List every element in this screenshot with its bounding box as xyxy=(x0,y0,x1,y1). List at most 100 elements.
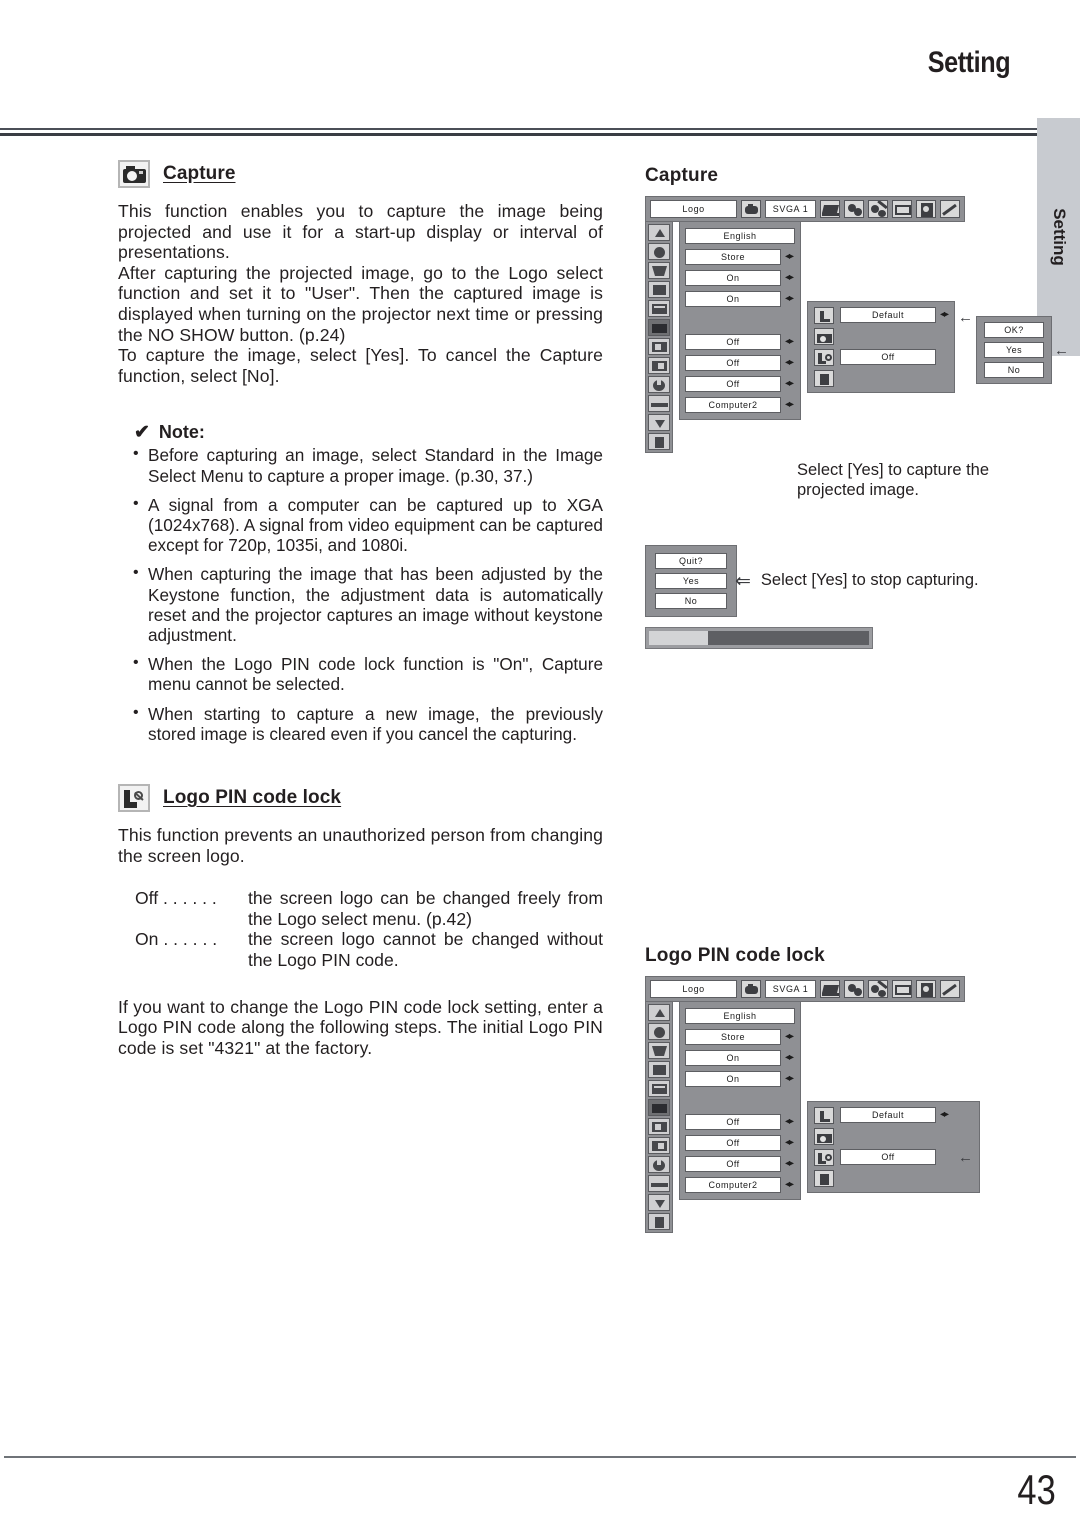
rail-ceiling-icon[interactable] xyxy=(648,1118,670,1135)
screen-menu-icon[interactable] xyxy=(892,980,912,998)
osd-sub-value-off[interactable]: Off xyxy=(840,349,936,365)
rail-blue-back-icon[interactable] xyxy=(648,281,670,298)
logo-menu-icon[interactable] xyxy=(741,200,762,218)
left-right-arrows-icon[interactable]: ◂▸ xyxy=(785,294,794,304)
rail-quit-icon[interactable] xyxy=(648,433,670,450)
osd-body: English Store ◂▸ On ◂▸ On ◂▸ Off ◂▸ Off … xyxy=(645,1001,1035,1233)
osd-value-blueback[interactable]: On xyxy=(685,1071,781,1087)
rail-down-arrow-icon[interactable] xyxy=(648,414,670,431)
osd-value-ceiling[interactable]: Off xyxy=(685,334,781,350)
left-right-arrows-icon[interactable]: ◂▸ xyxy=(785,1159,794,1169)
dialog-yes-button[interactable]: Yes xyxy=(984,342,1045,358)
rail-up-arrow-icon[interactable] xyxy=(648,224,670,241)
capture-osd: Logo SVGA 1 English Store ◂▸ On ◂▸ On ◂▸… xyxy=(645,196,1069,453)
osd-value-ceiling[interactable]: Off xyxy=(685,1114,781,1130)
rail-remote-control-icon[interactable] xyxy=(648,395,670,412)
logo-select-icon[interactable] xyxy=(814,307,834,324)
rail-up-arrow-icon[interactable] xyxy=(648,1004,670,1021)
left-right-arrows-icon[interactable]: ◂▸ xyxy=(785,1053,794,1063)
quit-door-icon[interactable] xyxy=(814,370,834,387)
left-right-arrows-icon[interactable]: ◂▸ xyxy=(785,1138,794,1148)
osd-value-terminal[interactable]: Computer2 xyxy=(685,397,781,413)
osd-title-field[interactable]: Logo xyxy=(650,980,738,998)
capture-camera-icon[interactable] xyxy=(814,1128,834,1145)
left-right-arrows-icon[interactable]: ◂▸ xyxy=(785,1180,794,1190)
sound-menu-icon[interactable] xyxy=(916,980,936,998)
left-right-arrows-icon[interactable]: ◂▸ xyxy=(785,358,794,368)
osd-value-power-management[interactable]: Off xyxy=(685,376,781,392)
rail-logo-icon[interactable] xyxy=(648,1099,670,1116)
osd-source-field[interactable]: SVGA 1 xyxy=(765,200,816,218)
logo-menu-icon[interactable] xyxy=(741,980,762,998)
setting-menu-icon[interactable] xyxy=(940,980,960,998)
sound-menu-icon[interactable] xyxy=(916,200,936,218)
rail-language-icon[interactable] xyxy=(648,1023,670,1040)
image-adjust-icon[interactable] xyxy=(868,980,888,998)
rail-language-icon[interactable] xyxy=(648,243,670,260)
osd-sub-value-default[interactable]: Default xyxy=(840,1107,936,1123)
osd-sub-value-default[interactable]: Default xyxy=(840,307,936,323)
osd-menu-bar: Logo SVGA 1 xyxy=(645,196,965,222)
capture-camera-icon[interactable] xyxy=(814,328,834,345)
osd-value-store[interactable]: Store xyxy=(685,249,781,265)
rail-display-icon[interactable] xyxy=(648,300,670,317)
left-right-arrows-icon[interactable]: ◂▸ xyxy=(785,273,794,283)
osd-value-power-management[interactable]: Off xyxy=(685,1156,781,1172)
osd-source-field[interactable]: SVGA 1 xyxy=(765,980,816,998)
pointer-arrow-icon: ← xyxy=(958,309,974,326)
osd-value-language[interactable]: English xyxy=(685,1008,795,1024)
left-right-arrows-icon[interactable]: ◂▸ xyxy=(940,310,949,320)
left-right-arrows-icon[interactable]: ◂▸ xyxy=(785,379,794,389)
osd-value-language[interactable]: English xyxy=(685,228,795,244)
computer-menu-icon[interactable] xyxy=(820,200,840,218)
rail-keystone-icon[interactable] xyxy=(648,1042,670,1059)
osd-value-keystone[interactable]: On xyxy=(685,270,781,286)
osd-value-keystone[interactable]: On xyxy=(685,1050,781,1066)
rail-rear-icon[interactable] xyxy=(648,357,670,374)
osd-value-terminal[interactable]: Computer2 xyxy=(685,1177,781,1193)
osd-title-field[interactable]: Logo xyxy=(650,200,738,218)
rail-keystone-icon[interactable] xyxy=(648,262,670,279)
rail-rear-icon[interactable] xyxy=(648,1137,670,1154)
logo-select-icon[interactable] xyxy=(814,1107,834,1124)
osd-value-blueback[interactable]: On xyxy=(685,291,781,307)
logo-pin-lock-icon[interactable] xyxy=(814,1149,834,1166)
color-adjust-icon[interactable] xyxy=(844,200,864,218)
rail-power-management-icon[interactable] xyxy=(648,376,670,393)
left-right-arrows-icon[interactable]: ◂▸ xyxy=(785,1117,794,1127)
rail-remote-control-icon[interactable] xyxy=(648,1175,670,1192)
rail-power-management-icon[interactable] xyxy=(648,1156,670,1173)
osd-value-rear[interactable]: Off xyxy=(685,355,781,371)
rail-blue-back-icon[interactable] xyxy=(648,1061,670,1078)
quit-dialog-caption: Select [Yes] to stop capturing. xyxy=(760,571,979,590)
logo-pin-lock-icon[interactable] xyxy=(814,349,834,366)
quit-no-button[interactable]: No xyxy=(655,593,727,609)
osd-value-store[interactable]: Store xyxy=(685,1029,781,1045)
left-right-arrows-icon[interactable]: ◂▸ xyxy=(785,1032,794,1042)
left-right-arrows-icon[interactable]: ◂▸ xyxy=(785,400,794,410)
image-adjust-icon[interactable] xyxy=(868,200,888,218)
osd-value-rear[interactable]: Off xyxy=(685,1135,781,1151)
capture-section-heading: Capture xyxy=(118,160,603,188)
logo-pin-intro: This function prevents an unauthorized p… xyxy=(118,824,603,866)
rail-down-arrow-icon[interactable] xyxy=(648,1194,670,1211)
left-right-arrows-icon[interactable]: ◂▸ xyxy=(940,1110,949,1120)
osd-sub-rows: Default ◂▸ Off xyxy=(840,307,949,387)
left-right-arrows-icon[interactable]: ◂▸ xyxy=(785,1074,794,1084)
capture-paragraph-1: This function enables you to capture the… xyxy=(118,201,603,263)
left-right-arrows-icon[interactable]: ◂▸ xyxy=(785,337,794,347)
left-right-arrows-icon[interactable]: ◂▸ xyxy=(785,252,794,262)
rail-logo-icon[interactable] xyxy=(648,319,670,336)
osd-sub-value-off[interactable]: Off xyxy=(840,1149,936,1165)
rail-display-icon[interactable] xyxy=(648,1080,670,1097)
dialog-no-button[interactable]: No xyxy=(984,362,1045,378)
dialog-prompt-ok: OK? xyxy=(984,322,1045,338)
setting-menu-icon[interactable] xyxy=(940,200,960,218)
quit-door-icon[interactable] xyxy=(814,1170,834,1187)
screen-menu-icon[interactable] xyxy=(892,200,912,218)
color-adjust-icon[interactable] xyxy=(844,980,864,998)
rail-quit-icon[interactable] xyxy=(648,1213,670,1230)
rail-ceiling-icon[interactable] xyxy=(648,338,670,355)
computer-menu-icon[interactable] xyxy=(820,980,840,998)
quit-yes-button[interactable]: Yes xyxy=(655,573,727,589)
